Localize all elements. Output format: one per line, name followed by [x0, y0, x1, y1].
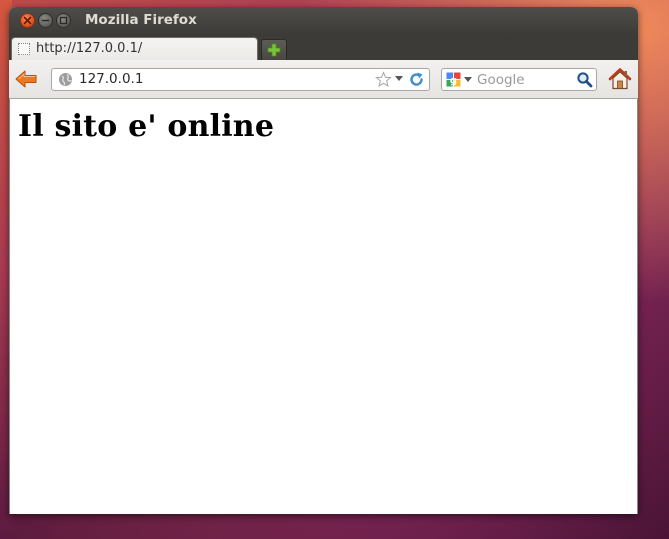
tab-strip: http://127.0.0.1/	[9, 35, 638, 61]
plus-icon	[267, 43, 281, 57]
title-bar[interactable]: Mozilla Firefox	[9, 7, 638, 36]
back-arrow-icon	[15, 70, 37, 88]
google-icon[interactable]: g	[446, 72, 461, 87]
reload-icon[interactable]	[408, 71, 425, 88]
navigation-toolbar: 127.0.0.1 g	[9, 60, 638, 99]
tab-title: http://127.0.0.1/	[36, 41, 143, 56]
minimize-button[interactable]	[38, 13, 53, 28]
home-button[interactable]	[607, 66, 633, 92]
window-title: Mozilla Firefox	[85, 12, 197, 28]
close-icon	[23, 16, 32, 25]
blank-page-icon	[18, 43, 30, 55]
tab-127-0-0-1[interactable]: http://127.0.0.1/	[11, 37, 258, 61]
chevron-down-icon[interactable]	[464, 77, 472, 83]
magnifier-icon[interactable]	[576, 71, 593, 88]
maximize-button[interactable]	[56, 13, 71, 28]
home-icon	[608, 68, 632, 90]
svg-text:g: g	[450, 75, 457, 86]
minimize-icon	[41, 19, 50, 22]
close-button[interactable]	[20, 13, 35, 28]
page-heading: Il sito e' online	[18, 109, 275, 144]
search-input[interactable]	[477, 70, 572, 89]
page-content: Il sito e' online	[9, 99, 638, 514]
firefox-window: Mozilla Firefox http://127.0.0.1/ 127.0.…	[9, 7, 638, 514]
new-tab-button[interactable]	[261, 39, 287, 60]
star-icon[interactable]	[375, 71, 392, 88]
search-bar[interactable]: g	[441, 68, 597, 91]
url-text[interactable]: 127.0.0.1	[79, 71, 143, 87]
back-button[interactable]	[13, 67, 39, 91]
url-bar[interactable]: 127.0.0.1	[51, 68, 430, 91]
maximize-icon	[59, 16, 68, 25]
globe-icon[interactable]	[58, 72, 73, 87]
chevron-down-icon[interactable]	[395, 76, 403, 82]
